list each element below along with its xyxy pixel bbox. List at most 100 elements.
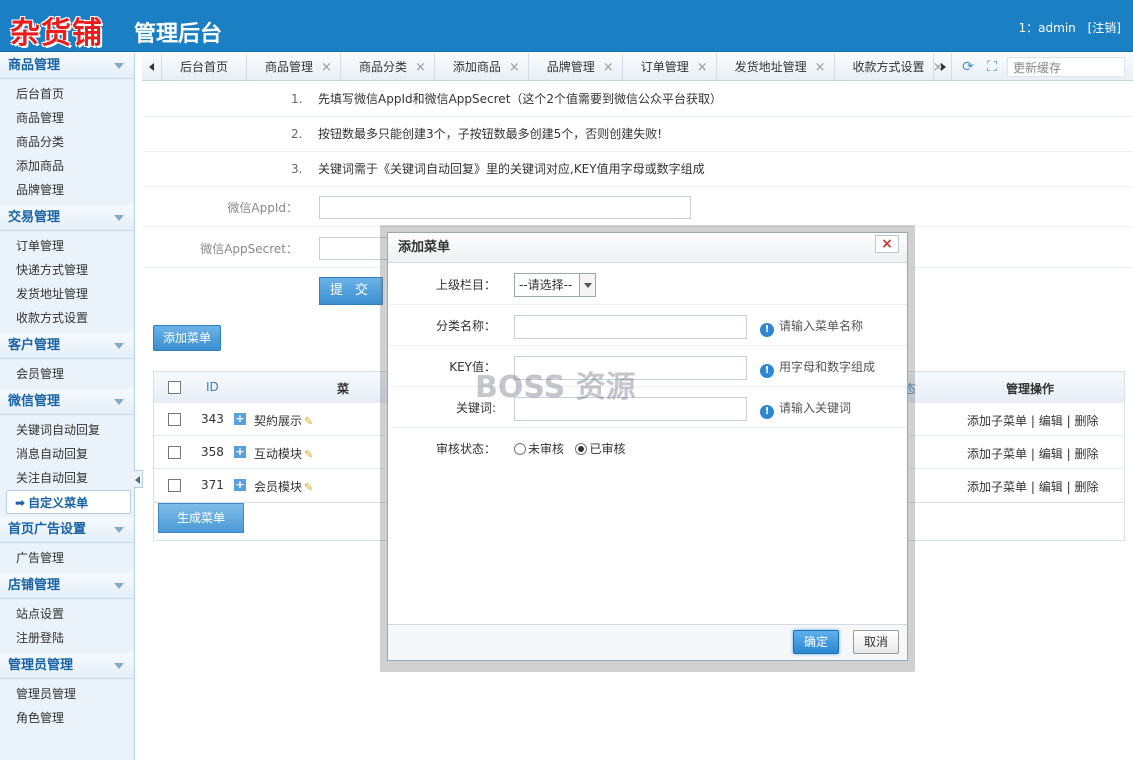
close-icon[interactable]: × [415,60,426,75]
pencil-icon[interactable]: ✎ [304,481,313,494]
current-user: 1：admin [1018,21,1076,35]
tab-orders[interactable]: 订单管理 × [623,53,717,81]
refresh-icon[interactable]: ⟳ [959,58,977,76]
close-icon[interactable]: × [509,60,520,75]
sidebar-group-header[interactable]: 店铺管理 [0,573,134,599]
fullscreen-icon[interactable]: ⛶ [983,58,1001,76]
cancel-button[interactable]: 取消 [853,630,899,654]
update-cache-button[interactable]: 更新缓存 [1007,57,1125,77]
row-name: 互动模块 ✎ [254,447,314,461]
close-icon[interactable]: × [697,60,708,75]
generate-menu-button[interactable]: 生成菜单 [158,503,244,533]
delete-link[interactable]: 删除 [1074,447,1098,461]
sidebar-item-orders[interactable]: 订单管理 [0,234,134,258]
row-id: 343 [201,412,224,426]
row-checkbox[interactable] [168,446,181,459]
sidebar-item-site-settings[interactable]: 站点设置 [0,602,134,626]
info-icon: ! [760,364,774,378]
add-submenu-link[interactable]: 添加子菜单 [967,414,1027,428]
sidebar-item-payment[interactable]: 收款方式设置 [0,306,134,330]
sidebar-item-express[interactable]: 快递方式管理 [0,258,134,282]
delete-link[interactable]: 删除 [1074,414,1098,428]
sidebar-item-goods[interactable]: 商品管理 [0,106,134,130]
sidebar-item-home[interactable]: 后台首页 [0,82,134,106]
submit-button[interactable]: 提 交 [319,277,383,305]
tab-tools: ⟳ ⛶ 更新缓存 [933,53,1133,81]
sidebar-item-roles[interactable]: 角色管理 [0,706,134,730]
sidebar-item-add-goods[interactable]: 添加商品 [0,154,134,178]
appsecret-label: 微信AppSecret： [200,242,298,256]
add-menu-button[interactable]: 添加菜单 [153,325,221,351]
pencil-icon[interactable]: ✎ [304,415,313,428]
close-icon[interactable]: × [321,60,332,75]
tab-category[interactable]: 商品分类 × [341,53,435,81]
sidebar-group-header[interactable]: 交易管理 [0,205,134,231]
edit-link[interactable]: 编辑 [1039,480,1063,494]
add-submenu-link[interactable]: 添加子菜单 [967,447,1027,461]
sidebar-group-goods: 商品管理 后台首页 商品管理 商品分类 添加商品 品牌管理 [0,53,134,205]
sidebar-item-admins[interactable]: 管理员管理 [0,682,134,706]
tab-home[interactable]: 后台首页 [162,53,248,81]
pencil-icon[interactable]: ✎ [304,448,313,461]
row-checkbox[interactable] [168,479,181,492]
close-icon[interactable]: × [603,60,614,75]
sidebar-item-keyword-reply[interactable]: 关键词自动回复 [0,418,134,442]
dialog-footer: 确定 取消 [388,624,907,660]
sidebar-item-category[interactable]: 商品分类 [0,130,134,154]
status-off-radio[interactable] [514,443,526,455]
parent-select[interactable]: --请选择-- [514,273,596,297]
sidebar-group-header[interactable]: 商品管理 [0,53,134,79]
row-ops: 添加子菜单 | 编辑 | 删除 [967,480,1099,494]
sidebar-group-header[interactable]: 管理员管理 [0,653,134,679]
sidebar-item-custom-menu[interactable]: ➡ 自定义菜单 [6,490,131,514]
column-id[interactable]: ID [206,380,219,394]
logout-link[interactable]: [注销] [1088,21,1121,35]
keyword-row: 关键词: ! 请输入关键词 [388,388,907,428]
sidebar-item-follow-reply[interactable]: 关注自动回复 [0,466,134,490]
add-submenu-link[interactable]: 添加子菜单 [967,480,1027,494]
sidebar-item-message-reply[interactable]: 消息自动回复 [0,442,134,466]
close-icon[interactable]: × [815,60,826,75]
tab-scroll-right-icon[interactable] [933,53,953,81]
tip-item: 3. 关键词需于《关键词自动回复》里的关键词对应,KEY值用字母或数字组成 [143,152,1133,187]
delete-link[interactable]: 删除 [1074,480,1098,494]
status-row: 审核状态： 未审核 已审核 [388,429,907,469]
sidebar-group-header[interactable]: 客户管理 [0,333,134,359]
sidebar-item-ship-address[interactable]: 发货地址管理 [0,282,134,306]
select-all-checkbox[interactable] [168,381,181,394]
menu-name-input[interactable] [514,315,747,339]
sidebar-item-members[interactable]: 会员管理 [0,362,134,386]
row-checkbox[interactable] [168,413,181,426]
edit-link[interactable]: 编辑 [1039,414,1063,428]
edit-link[interactable]: 编辑 [1039,447,1063,461]
confirm-button[interactable]: 确定 [793,630,839,654]
tab-goods[interactable]: 商品管理 × [247,53,341,81]
tab-brand[interactable]: 品牌管理 × [529,53,623,81]
key-hint: ! 用字母和数字组成 [760,358,875,378]
tab-list: 后台首页 商品管理 × 商品分类 × 添加商品 × 品牌管理 × 订单管理 × 发货地址管… [162,53,953,81]
row-ops: 添加子菜单 | 编辑 | 删除 [967,447,1099,461]
sidebar-item-register-login[interactable]: 注册登陆 [0,626,134,650]
sidebar-group-header[interactable]: 微信管理 [0,389,134,415]
sidebar-group-header[interactable]: 首页广告设置 [0,517,134,543]
tab-ship-address[interactable]: 发货地址管理 × [717,53,835,81]
sidebar-collapse-handle[interactable] [134,470,143,488]
expand-icon[interactable]: + [234,413,246,425]
status-on-radio[interactable] [575,443,588,455]
tab-scroll-left-icon[interactable] [142,53,162,81]
arrow-right-icon: ➡ [15,496,26,510]
chevron-down-icon [114,343,124,349]
sidebar-item-brand[interactable]: 品牌管理 [0,178,134,202]
expand-icon[interactable]: + [234,479,246,491]
chevron-down-icon [114,663,124,669]
app-title: 管理后台 [134,22,223,47]
name-hint: ! 请输入菜单名称 [760,317,863,337]
name-label: 分类名称： [435,319,496,333]
tab-add-goods[interactable]: 添加商品 × [435,53,529,81]
appid-input[interactable] [319,196,691,219]
sidebar-item-ads[interactable]: 广告管理 [0,546,134,570]
chevron-down-icon [114,583,124,589]
sidebar-group-customer: 客户管理 会员管理 [0,333,134,389]
expand-icon[interactable]: + [234,446,246,458]
close-icon[interactable]: × [875,235,899,253]
